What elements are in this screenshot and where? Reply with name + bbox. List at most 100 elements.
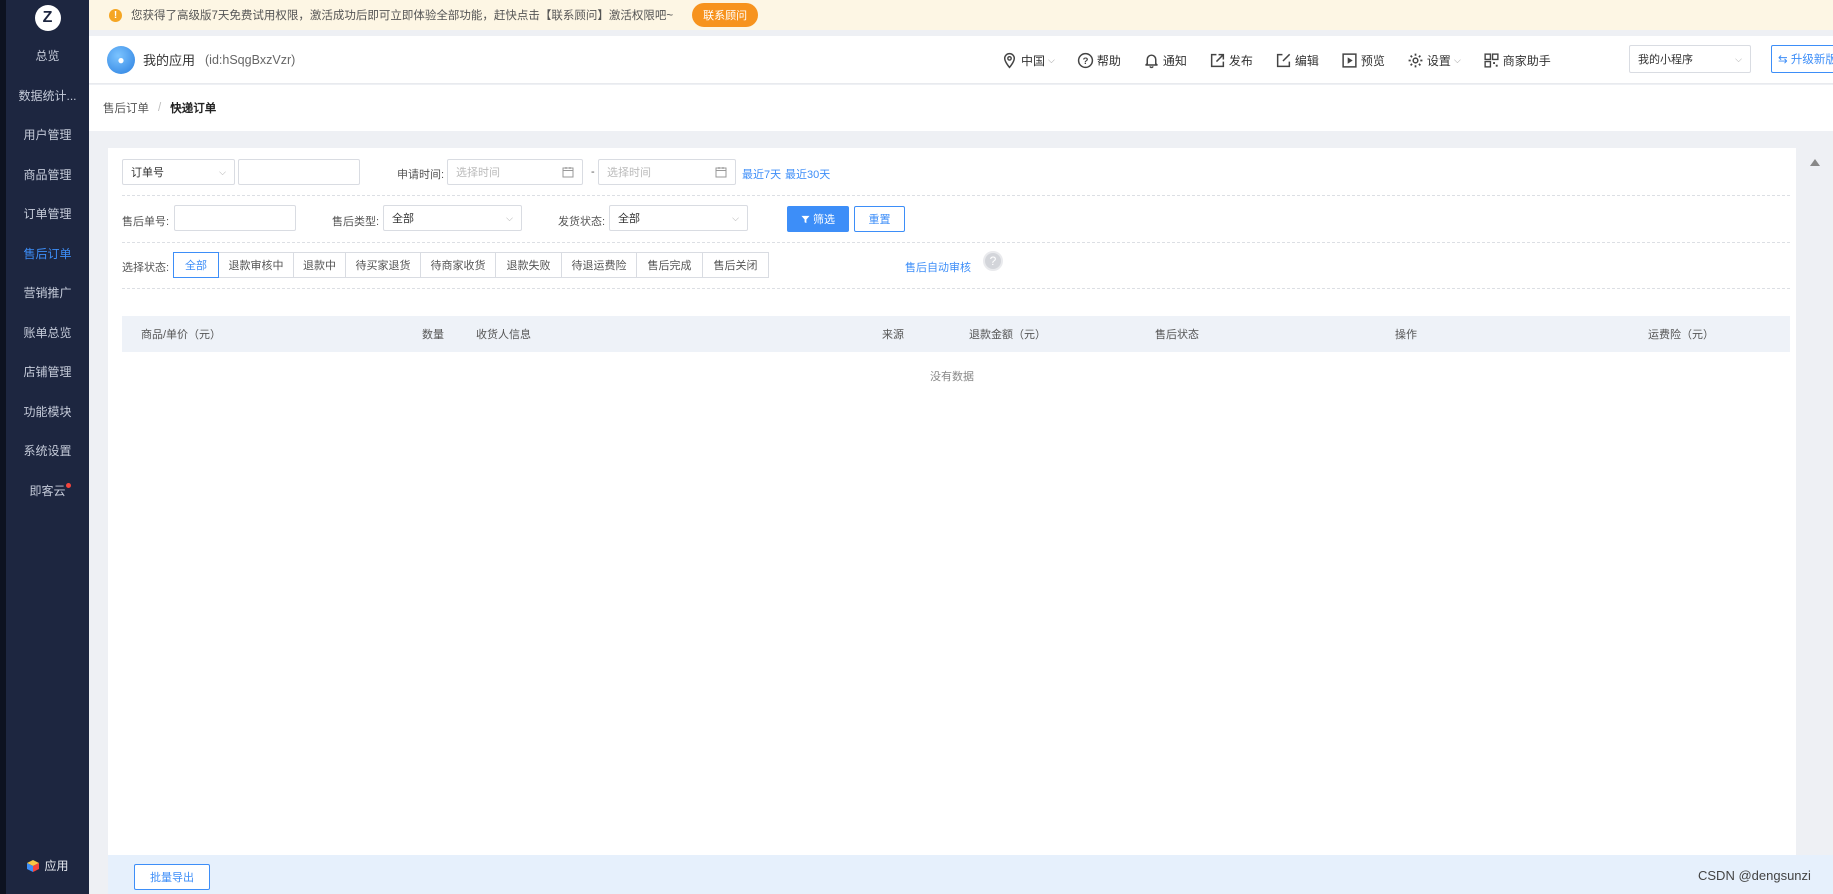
footer-bar: 批量导出 [108, 855, 1833, 894]
sidebar-item[interactable]: 营销推广 [6, 273, 89, 313]
status-tab[interactable]: 待买家退货 [346, 252, 421, 278]
preview-link[interactable]: 预览 [1341, 52, 1385, 69]
region-selector[interactable]: 中国 ⌵ [1001, 52, 1055, 69]
status-tab[interactable]: 售后完成 [637, 252, 703, 278]
publish-link[interactable]: 发布 [1209, 52, 1253, 69]
breadcrumb-parent[interactable]: 售后订单 [103, 100, 149, 116]
merchant-assistant-link[interactable]: 商家助手 [1483, 52, 1551, 69]
contact-advisor-button[interactable]: 联系顾问 [692, 3, 759, 27]
filter-button[interactable]: 筛选 [787, 206, 849, 232]
sidebar-item-label: 订单管理 [23, 207, 72, 222]
question-circle-icon: ? [1077, 52, 1093, 68]
edit-label: 编辑 [1294, 53, 1319, 68]
notice-text: 您获得了高级版7天免费试用权限，激活成功后即可立即体验全部功能，赶快点击【联系顾… [131, 10, 674, 22]
qrcode-icon [1484, 52, 1499, 68]
logo[interactable]: Z [6, 0, 89, 36]
status-tab[interactable]: 退款审核中 [219, 252, 294, 278]
watermark: CSDN @dengsunzi [1698, 868, 1811, 883]
order-field-select[interactable]: 订单号 ⌵ [122, 159, 235, 185]
main-panel: 订单号 ⌵ 申请时间: 选择时间 - 选择时间 最近7天 最近30天 售后单号:… [108, 148, 1796, 855]
notify-link[interactable]: 通知 [1143, 52, 1187, 69]
cube-icon [27, 859, 40, 872]
sidebar-item[interactable]: 店铺管理 [6, 352, 89, 392]
ship-status-select[interactable]: 全部 ⌵ [609, 205, 748, 231]
brand-logo-icon: Z [34, 5, 61, 31]
sidebar-item[interactable]: 账单总览 [6, 313, 89, 353]
status-tab[interactable]: 售后关闭 [703, 252, 769, 278]
sidebar-item-label: 总览 [35, 49, 60, 64]
funnel-icon [801, 215, 810, 223]
sidebar-item[interactable]: 功能模块 [6, 392, 89, 432]
help-label: 帮助 [1096, 53, 1121, 68]
sidebar-item-label: 系统设置 [23, 444, 72, 459]
sidebar-item[interactable]: 数据统计... [6, 76, 89, 116]
upgrade-button[interactable]: ⇆ 升级新版 [1771, 45, 1833, 73]
chevron-down-icon: ⌵ [1048, 54, 1055, 65]
notify-label: 通知 [1162, 53, 1187, 68]
after-sale-type-label: 售后类型: [332, 216, 380, 228]
sidebar-item-label: 数据统计... [18, 88, 77, 103]
date-range-separator: - [591, 166, 595, 178]
publish-label: 发布 [1228, 53, 1253, 68]
bell-icon [1145, 53, 1158, 68]
app-avatar-icon: ● [107, 45, 135, 74]
column-header-freight-insurance: 运费险（元） [1648, 329, 1714, 341]
sidebar-item[interactable]: 订单管理 [6, 194, 89, 234]
sidebar-item-label: 营销推广 [23, 286, 72, 301]
last-7-days-link[interactable]: 最近7天 [742, 166, 781, 182]
divider [122, 195, 1790, 196]
column-header-actions: 操作 [1395, 329, 1417, 341]
column-header-quantity: 数量 [422, 329, 444, 341]
sidebar-item[interactable]: 系统设置 [6, 431, 89, 471]
chevron-down-icon: ⌵ [732, 212, 739, 223]
status-tab[interactable]: 退款中 [294, 252, 346, 278]
help-link[interactable]: ? 帮助 [1077, 52, 1121, 69]
sidebar-item[interactable]: 商品管理 [6, 155, 89, 195]
sidebar-item[interactable]: 用户管理 [6, 115, 89, 155]
apps-label: 应用 [44, 859, 69, 873]
calendar-icon [562, 167, 574, 178]
help-question-icon[interactable]: ? [983, 251, 1003, 271]
play-square-icon [1342, 52, 1357, 68]
chevron-down-icon: ⌵ [1735, 53, 1742, 64]
sidebar-item-label: 售后订单 [23, 246, 72, 261]
apply-time-label: 申请时间: [397, 169, 445, 181]
column-header-refund-amount: 退款金额（元） [969, 329, 1046, 341]
after-sale-no-label: 售后单号: [122, 216, 170, 228]
sidebar-item[interactable]: 总览 [6, 36, 89, 76]
end-date-input[interactable]: 选择时间 [598, 159, 736, 185]
status-tab[interactable]: 退款失败 [496, 252, 562, 278]
sidebar: Z 总览数据统计... 用户管理商品管理订单管理售后订单营销推广账单总览店铺管理功… [6, 0, 89, 894]
status-tab[interactable]: 全部 [173, 252, 219, 278]
order-search-input[interactable] [238, 159, 360, 185]
edit-link[interactable]: 编辑 [1275, 52, 1319, 69]
chevron-down-icon: ⌵ [219, 166, 226, 177]
apps-button[interactable]: 应用 [6, 857, 89, 874]
column-header-source: 来源 [882, 329, 904, 341]
last-30-days-link[interactable]: 最近30天 [785, 166, 830, 182]
settings-menu[interactable]: 设置 ⌵ [1407, 52, 1461, 69]
app-id: (id:hSqgBxzVzr) [205, 52, 296, 67]
reset-button[interactable]: 重置 [854, 206, 905, 232]
batch-export-button[interactable]: 批量导出 [134, 864, 210, 890]
start-date-input[interactable]: 选择时间 [447, 159, 583, 185]
status-label: 选择状态: [122, 262, 170, 274]
sidebar-item-label: 账单总览 [23, 325, 72, 340]
after-sale-type-select[interactable]: 全部 ⌵ [383, 205, 522, 231]
after-sale-no-input[interactable] [174, 205, 296, 231]
chevron-down-icon: ⌵ [1453, 54, 1461, 65]
sidebar-item[interactable]: 即客云 [6, 471, 89, 511]
merchant-assistant-label: 商家助手 [1502, 53, 1551, 68]
sidebar-menu: 总览数据统计... 用户管理商品管理订单管理售后订单营销推广账单总览店铺管理 功能模… [6, 36, 89, 510]
sidebar-item-label: 商品管理 [23, 167, 72, 182]
trial-notice-bar: ! 您获得了高级版7天免费试用权限，激活成功后即可立即体验全部功能，赶快点击【联… [89, 0, 1833, 30]
external-link-icon [1210, 53, 1224, 67]
scroll-up-arrow-icon[interactable] [1810, 159, 1820, 166]
status-tab[interactable]: 待退运费险 [562, 252, 637, 278]
ship-status-value: 全部 [618, 213, 640, 225]
auto-review-link[interactable]: 售后自动审核 [905, 259, 971, 275]
mini-program-select[interactable]: 我的小程序 ⌵ [1629, 45, 1751, 73]
status-tab[interactable]: 待商家收货 [421, 252, 496, 278]
empty-table-text: 没有数据 [930, 371, 974, 383]
sidebar-item[interactable]: 售后订单 [6, 234, 89, 274]
